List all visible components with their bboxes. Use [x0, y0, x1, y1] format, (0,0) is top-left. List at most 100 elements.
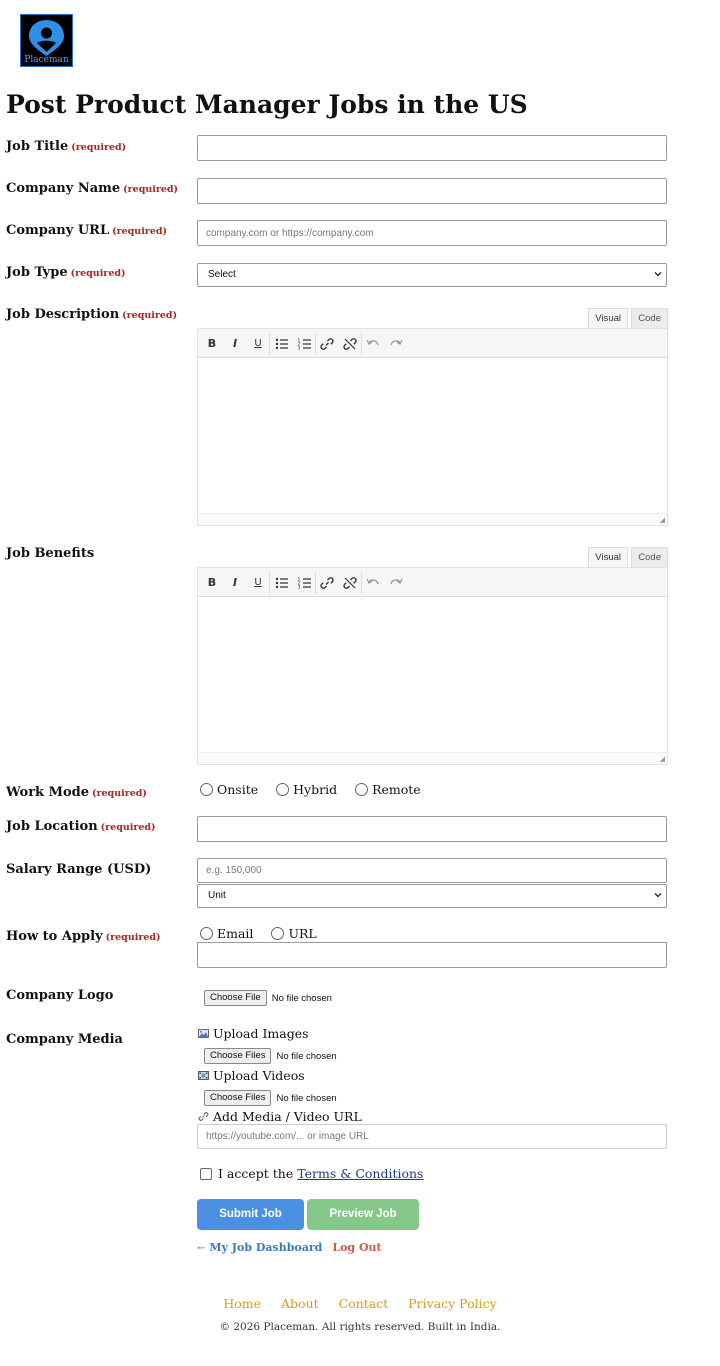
link-icon [198, 1112, 209, 1121]
images-file-status: No file chosen [276, 1050, 337, 1062]
link-icon[interactable] [319, 336, 335, 352]
resize-handle-icon[interactable]: ◢ [660, 516, 665, 524]
job-type-label: Job Type (required) [6, 264, 126, 283]
image-icon [198, 1029, 209, 1038]
job-title-label: Job Title (required) [6, 138, 126, 157]
numbered-list-icon[interactable]: 123 [297, 575, 313, 591]
link-icon[interactable] [319, 575, 335, 591]
job-location-input[interactable] [197, 816, 667, 842]
numbered-list-icon[interactable]: 123 [297, 336, 313, 352]
my-job-dashboard-link[interactable]: My Job Dashboard [209, 1241, 322, 1254]
videos-file-status: No file chosen [276, 1092, 337, 1104]
page-title: Post Product Manager Jobs in the US [6, 90, 528, 119]
editor-toolbar: B I U 123 [197, 567, 668, 597]
hybrid-radio[interactable] [276, 783, 290, 796]
job-description-label-text: Job Description [6, 307, 120, 322]
italic-icon[interactable]: I [227, 575, 243, 591]
unlink-icon[interactable] [342, 575, 358, 591]
choose-file-button[interactable]: Choose File [204, 990, 267, 1006]
footer-link-home[interactable]: Home [223, 1296, 261, 1311]
job-description-label: Job Description (required) [6, 306, 177, 325]
salary-range-label: Salary Range (USD) [6, 861, 151, 879]
job-description-editor: Visual Code B I U 123 ◢ [197, 308, 668, 526]
salary-unit-select[interactable]: Unit [197, 884, 667, 908]
placeman-logo[interactable]: Placeman [20, 14, 73, 67]
film-icon [198, 1071, 209, 1080]
company-logo-label: Company Logo [6, 987, 113, 1005]
svg-text:3: 3 [298, 585, 301, 591]
job-location-label-text: Job Location [6, 819, 98, 834]
footer-link-about[interactable]: About [281, 1296, 319, 1311]
remote-radio[interactable] [355, 783, 369, 796]
work-mode-option-onsite[interactable]: Onsite [200, 782, 258, 797]
log-out-link[interactable]: Log Out [332, 1241, 381, 1254]
email-label: Email [217, 926, 254, 941]
upload-images-file-input: Choose Files No file chosen [204, 1048, 337, 1064]
submit-job-button[interactable]: Submit Job [197, 1199, 304, 1230]
how-to-apply-label-text: How to Apply [6, 929, 103, 944]
logo-wordmark: Placeman [24, 55, 69, 65]
terms-checkbox[interactable] [200, 1167, 212, 1180]
company-url-label-text: Company URL [6, 223, 110, 238]
underline-icon[interactable]: U [250, 575, 266, 591]
tab-code[interactable]: Code [631, 308, 668, 328]
url-radio[interactable] [271, 927, 285, 940]
apply-option-email[interactable]: Email [200, 926, 253, 941]
editor-tabs: Visual Code [197, 547, 668, 567]
company-name-input[interactable] [197, 178, 667, 204]
onsite-radio[interactable] [200, 783, 213, 796]
bold-icon[interactable]: B [204, 336, 220, 352]
redo-icon[interactable] [388, 575, 404, 591]
chevron-down-icon [654, 893, 662, 898]
redo-icon[interactable] [388, 336, 404, 352]
job-benefits-textarea[interactable]: ◢ [197, 597, 668, 765]
url-label: URL [288, 926, 317, 941]
choose-images-button[interactable]: Choose Files [204, 1048, 272, 1064]
company-url-input[interactable] [197, 220, 667, 246]
tab-visual[interactable]: Visual [588, 308, 628, 328]
choose-videos-button[interactable]: Choose Files [204, 1090, 272, 1106]
email-radio[interactable] [200, 927, 213, 940]
preview-job-button[interactable]: Preview Job [307, 1199, 419, 1230]
bullet-list-icon[interactable] [274, 336, 290, 352]
bullet-list-icon[interactable] [274, 575, 290, 591]
job-type-select[interactable]: Select [197, 263, 667, 287]
apply-option-url[interactable]: URL [271, 926, 317, 941]
tab-visual[interactable]: Visual [588, 547, 628, 567]
location-pin-icon [29, 20, 64, 56]
job-description-textarea[interactable]: ◢ [197, 358, 668, 526]
hybrid-label: Hybrid [293, 782, 338, 797]
undo-icon[interactable] [365, 336, 381, 352]
how-to-apply-input[interactable] [197, 942, 667, 968]
undo-icon[interactable] [365, 575, 381, 591]
work-mode-option-remote[interactable]: Remote [355, 782, 421, 797]
bold-icon[interactable]: B [204, 575, 220, 591]
add-media-url-text: Add Media / Video URL [213, 1109, 362, 1124]
salary-range-label-text: Salary Range (USD) [6, 862, 152, 877]
unlink-icon[interactable] [342, 336, 358, 352]
footer-link-contact[interactable]: Contact [339, 1296, 389, 1311]
salary-amount-input[interactable] [197, 858, 667, 883]
work-mode-option-hybrid[interactable]: Hybrid [276, 782, 337, 797]
underline-icon[interactable]: U [250, 336, 266, 352]
tab-code[interactable]: Code [631, 547, 668, 567]
footer-link-privacy-policy[interactable]: Privacy Policy [408, 1296, 496, 1311]
editor-tabs: Visual Code [197, 308, 668, 328]
italic-icon[interactable]: I [227, 336, 243, 352]
media-url-input[interactable] [197, 1124, 667, 1149]
remote-label: Remote [372, 782, 421, 797]
required-tag: (required) [71, 142, 127, 153]
job-benefits-label-text: Job Benefits [6, 546, 95, 561]
resize-handle-icon[interactable]: ◢ [660, 755, 665, 763]
file-status: No file chosen [271, 992, 332, 1004]
upload-videos-label: Upload Videos [198, 1068, 305, 1083]
svg-text:3: 3 [298, 346, 301, 352]
job-title-input[interactable] [197, 135, 667, 161]
copyright-text: © 2026 Placeman. All rights reserved. Bu… [219, 1321, 501, 1333]
footer-nav: Home About Contact Privacy Policy [0, 1296, 720, 1311]
job-benefits-label: Job Benefits [6, 545, 94, 563]
salary-unit-selected-value: Unit [208, 890, 226, 901]
editor-status-bar: ◢ [198, 513, 667, 525]
terms-link[interactable]: Terms & Conditions [297, 1166, 423, 1181]
job-type-label-text: Job Type [6, 265, 68, 280]
